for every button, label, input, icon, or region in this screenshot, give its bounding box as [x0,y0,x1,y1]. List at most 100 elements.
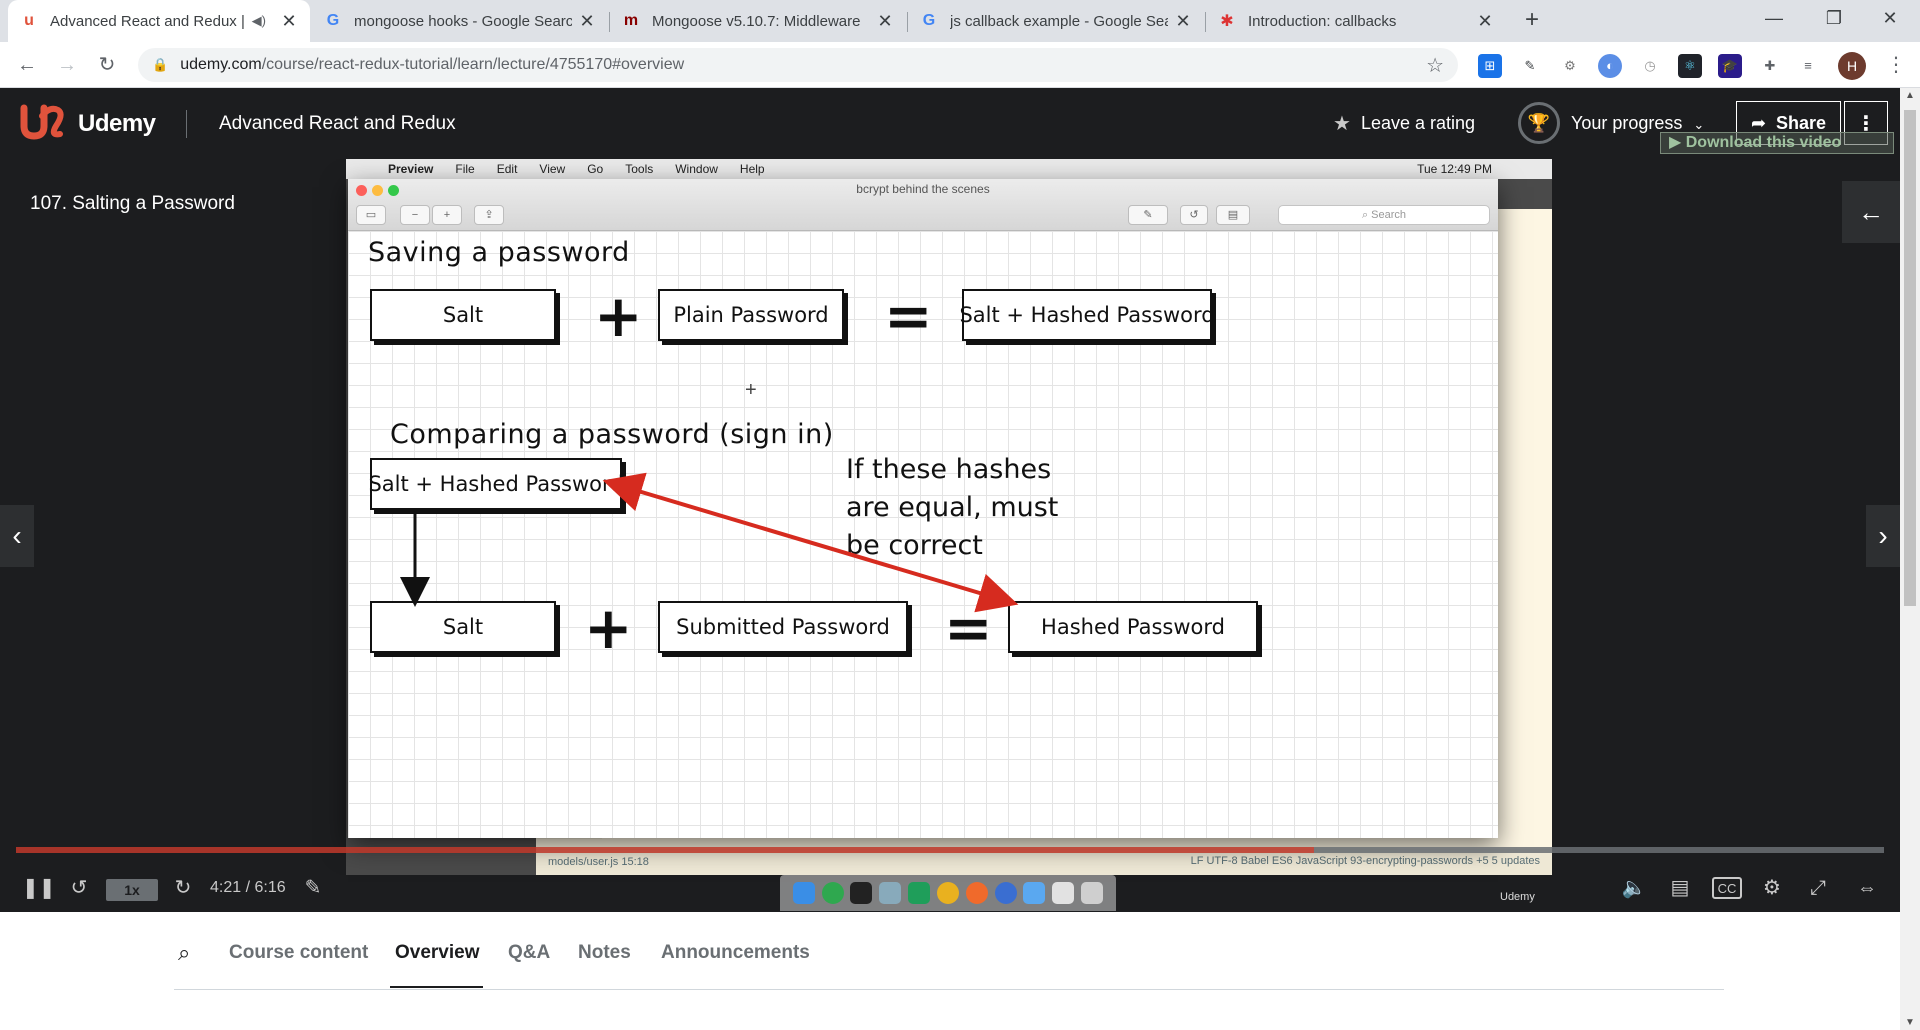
browser-tab-callbacks[interactable]: ✱ Introduction: callbacks ✕ [1206,0,1506,42]
equals-sign-2: = [944,594,993,662]
bookmark-star-icon[interactable]: ☆ [1426,53,1444,78]
scrollbar-thumb[interactable] [1904,110,1916,606]
toolbox-icon: ▤ [1216,205,1250,225]
media-queue-icon[interactable]: ≡ [1796,54,1820,78]
lock-icon[interactable]: 🔒 [152,57,168,73]
browser-tab-mongoose-hooks[interactable]: G mongoose hooks - Google Search ✕ [312,0,608,42]
sidebar-toggle-icon: ▭ [356,205,386,225]
scroll-up-icon[interactable]: ▲ [1900,90,1920,101]
markup-pen-icon: ✎ [1128,205,1168,225]
previous-lecture-button[interactable]: ‹ [0,505,34,567]
close-tab-icon[interactable]: ✕ [1476,11,1494,32]
course-title[interactable]: Advanced React and Redux [219,113,456,135]
crosshair-cursor-icon: + [745,379,757,401]
download-video-overlay[interactable]: ▶ Download this video [1660,132,1894,154]
graduation-cap-icon[interactable]: 🎓 [1718,54,1742,78]
arrow-left-icon[interactable]: ← [1842,181,1900,243]
reload-icon[interactable]: ↻ [92,50,122,80]
mongoose-icon: m [623,12,639,29]
js-icon: ✱ [1220,13,1234,30]
forward-icon[interactable]: ↻ [170,875,196,901]
leave-rating-button[interactable]: ★ Leave a rating [1333,111,1475,136]
transcript-icon[interactable]: ▤ [1666,875,1694,901]
equals-sign: = [884,282,933,350]
close-window-icon[interactable]: ✕ [1860,0,1920,36]
tab-notes[interactable]: Notes [578,942,631,964]
menu-item: Edit [496,162,518,176]
google-icon: G [326,12,340,29]
puzzle-icon[interactable]: ✚ [1758,54,1782,78]
tab-qa[interactable]: Q&A [508,942,550,964]
extension-grid-icon[interactable]: ⊞ [1478,54,1502,78]
url-path: /course/react-redux-tutorial/learn/lectu… [261,56,685,73]
plus-sign: + [594,282,643,350]
tab-overview[interactable]: Overview [395,942,480,964]
note-line: are equal, must [846,492,1059,523]
next-lecture-button[interactable]: › [1866,505,1900,567]
browser-toolbar: ← → ↻ 🔒 udemy.com/course/react-redux-tut… [0,42,1920,88]
close-tab-icon[interactable]: ✕ [578,11,596,32]
eyedropper-icon[interactable]: ✎ [1518,54,1542,78]
fullscreen-icon[interactable]: ⤢ [1804,875,1832,901]
page-scrollbar[interactable]: ▲ ▼ [1900,88,1920,1030]
browser-menu-icon[interactable]: ⋮ [1886,52,1906,77]
share-sheet-icon: ⇪ [474,205,504,225]
minimize-icon[interactable]: — [1744,0,1804,36]
close-tab-icon[interactable]: ✕ [280,11,298,32]
video-progress-bar[interactable] [16,847,1884,853]
rewind-icon[interactable]: ↺ [66,875,92,901]
playback-speed-button[interactable]: 1x [106,879,158,901]
zoom-out-icon: − [400,205,430,225]
expand-icon[interactable]: ⇔ [1850,875,1884,901]
clock-extension-icon[interactable]: ◷ [1638,54,1662,78]
hashed-password-box: Hashed Password [1008,601,1258,653]
close-tab-icon[interactable]: ✕ [876,11,894,32]
gear-extension-icon[interactable]: ⚙ [1558,54,1582,78]
note-line: If these hashes [846,454,1052,485]
dark-reader-icon[interactable]: ◐ [1598,54,1622,78]
volume-icon[interactable]: 🔈 [1620,875,1648,901]
search-icon[interactable]: ⌕ [178,940,190,966]
forward-icon[interactable]: → [52,50,82,80]
scroll-down-icon[interactable]: ▼ [1900,1017,1920,1028]
trophy-icon[interactable]: 🏆 [1518,102,1560,144]
tab-title: Introduction: callbacks [1248,12,1397,30]
diagram-canvas: Saving a password Salt + Plain Password … [348,231,1498,838]
back-icon[interactable]: ← [12,50,42,80]
udemy-logo-text[interactable]: Udemy [78,110,156,138]
your-progress-label: Your progress [1571,113,1683,133]
profile-avatar[interactable]: H [1838,52,1866,80]
plus-sign-2: + [584,594,633,662]
browser-tab-js-callback[interactable]: G js callback example - Google Search ✕ [908,0,1204,42]
your-progress-dropdown[interactable]: Your progress ⌄ [1571,113,1704,134]
new-tab-button[interactable]: + [1518,6,1546,34]
address-bar[interactable]: 🔒 udemy.com/course/react-redux-tutorial/… [138,48,1458,82]
captions-icon[interactable]: CC [1712,877,1742,899]
video-progress-fill [16,847,1315,853]
restore-icon[interactable]: ❐ [1804,0,1864,36]
tab-announcements[interactable]: Announcements [661,942,810,964]
add-note-icon[interactable]: ✎ [300,875,326,901]
tab-course-content[interactable]: Course content [229,942,368,964]
react-devtools-icon[interactable]: ⚛ [1678,54,1702,78]
comparing-heading: Comparing a password (sign in) [390,419,834,450]
udemy-logo-icon[interactable] [20,104,66,140]
salt-hashed-password-box: Salt + Hashed Password [959,289,1215,341]
udemy-header: Udemy Advanced React and Redux ★ Leave a… [0,88,1900,159]
time-display: 4:21 / 6:16 [210,879,286,896]
pause-icon[interactable]: ❚❚ [22,875,56,901]
browser-tab-udemy[interactable]: u Advanced React and Redux | ◀) ✕ [8,0,310,42]
mac-clock: Tue 12:49 PM [1417,162,1492,176]
browser-tab-mongoose-middleware[interactable]: m Mongoose v5.10.7: Middleware ✕ [610,0,906,42]
google-icon: G [922,12,936,29]
speaker-icon[interactable]: ◀) [252,13,266,29]
video-player[interactable]: 107. Salting a Password ← ‹ › Preview Fi… [0,159,1900,912]
preview-window: bcrypt behind the scenes ▭ − + ⇪ ✎ ↺ ▤ ⌕… [348,179,1498,838]
share-icon: ➦ [1750,112,1767,133]
salt-box-2: Salt [370,601,556,653]
close-tab-icon[interactable]: ✕ [1174,11,1192,32]
leave-rating-label: Leave a rating [1360,113,1476,133]
tab-title: Mongoose v5.10.7: Middleware [652,12,861,30]
menu-item: Preview [388,162,434,176]
settings-gear-icon[interactable]: ⚙ [1758,875,1786,901]
